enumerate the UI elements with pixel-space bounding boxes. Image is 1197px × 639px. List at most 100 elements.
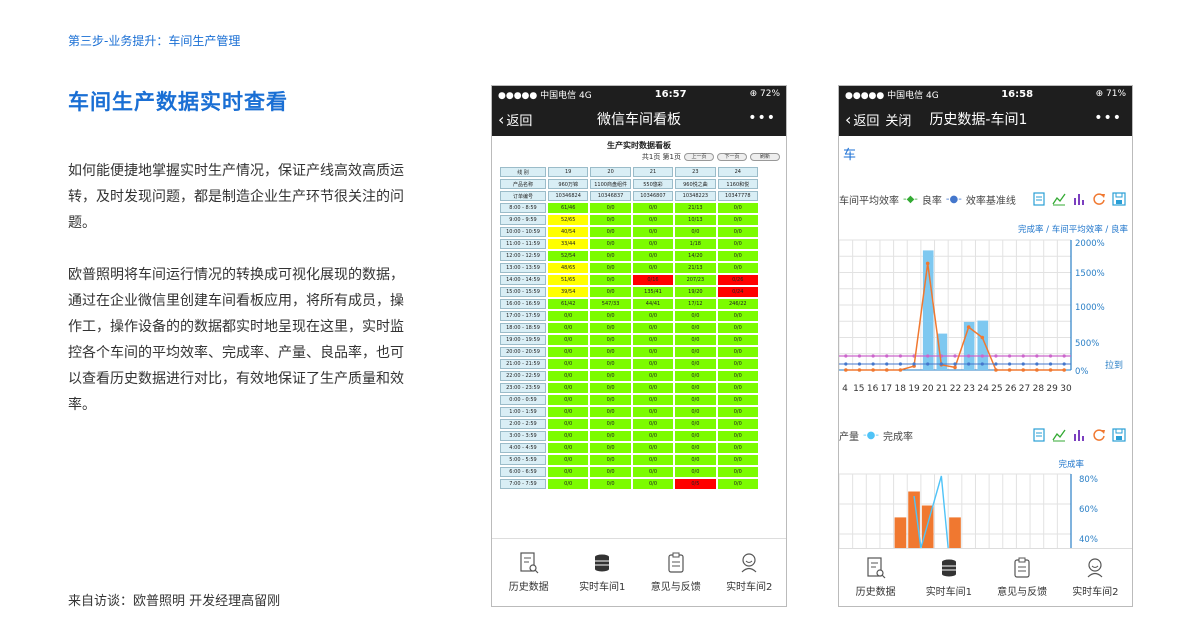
- status-cell: 0/0: [717, 395, 758, 405]
- baseline-point: [871, 354, 875, 358]
- status-cell: 0/0: [632, 431, 674, 441]
- status-cell: 0/0: [590, 443, 631, 453]
- status-cell: 0/0: [717, 347, 758, 357]
- efficiency-point: [1035, 368, 1039, 372]
- status-cell: 0/0: [632, 251, 674, 261]
- yield-point: [980, 362, 984, 366]
- tab-realtime-2[interactable]: 实时车间2: [713, 539, 787, 606]
- table-row: 19:00 - 19:59 0/0 0/0 0/0 0/0 0/0: [500, 335, 758, 345]
- time-slot: 16:00 - 16:59: [500, 299, 546, 309]
- yield-point: [926, 362, 930, 366]
- refresh-button[interactable]: 刷新: [750, 153, 780, 161]
- legend-completion[interactable]: 完成率: [883, 428, 913, 443]
- status-cell: 0/0: [717, 203, 758, 213]
- table-row: 9:00 - 9:59 52/65 0/0 0/0 10/13 0/0: [500, 215, 758, 225]
- status-cell: 0/0: [590, 263, 631, 273]
- status-cell: 17/12: [675, 299, 716, 309]
- status-cell: 0/0: [590, 335, 631, 345]
- header-cell: 10346807: [632, 191, 674, 201]
- header-cell: 23: [675, 167, 716, 177]
- line-chart-icon[interactable]: [1052, 428, 1066, 442]
- status-cell: 40/54: [548, 227, 589, 237]
- status-cell: 0/0: [717, 431, 758, 441]
- efficiency-point: [925, 261, 930, 266]
- save-icon[interactable]: [1112, 192, 1126, 206]
- bar-chart-icon[interactable]: [1072, 192, 1086, 206]
- legend-baseline[interactable]: 效率基准线: [966, 192, 1016, 207]
- status-cell: 0/26: [717, 275, 758, 285]
- baseline-point: [1062, 354, 1066, 358]
- status-cell: 0/0: [590, 323, 631, 333]
- time-slot: 21:00 - 21:59: [500, 359, 546, 369]
- prev-page-button[interactable]: 上一页: [684, 153, 714, 161]
- status-cell: 0/0: [548, 347, 589, 357]
- header-cell: 550悠彩: [632, 179, 674, 189]
- efficiency-point: [857, 368, 862, 372]
- yield-point: [844, 362, 848, 366]
- tab-label: 意见与反馈: [650, 582, 701, 593]
- baseline-point: [1048, 354, 1053, 358]
- status-bar: ●●●●● 中国电信 4G 16:58 ⊕ 71%: [839, 86, 1132, 102]
- x-tick-label: 27: [1019, 384, 1030, 394]
- x-tick-label: 15: [853, 384, 864, 394]
- status-cell: 0/0: [590, 407, 631, 417]
- table-header-row: 线 别 19 20 21 23 24: [500, 167, 758, 177]
- tab-history[interactable]: 历史数据: [492, 539, 566, 606]
- header-cell: 10346824: [548, 191, 589, 201]
- status-cell: 0/0: [632, 335, 674, 345]
- save-icon[interactable]: [1112, 428, 1126, 442]
- efficiency-point: [953, 365, 957, 370]
- status-cell: 0/0: [548, 443, 589, 453]
- time-slot: 14:00 - 14:59: [500, 275, 546, 285]
- table-row: 15:00 - 15:59 39/54 0/0 135/41 19/20 0/24: [500, 287, 758, 297]
- refresh-icon[interactable]: [1092, 192, 1106, 206]
- table-row: 14:00 - 14:59 51/65 0/0 0/16 207/23 0/26: [500, 275, 758, 285]
- table-header-row: 订单编号 10346824 10346837 10346807 10348223 1034…: [500, 191, 758, 201]
- baseline-point: [994, 354, 998, 358]
- legend-output[interactable]: 产量: [839, 428, 859, 443]
- yield-point: [871, 362, 875, 366]
- status-cell: 0/0: [632, 323, 674, 333]
- more-icon[interactable]: •••: [1094, 110, 1122, 126]
- tab-feedback[interactable]: 意见与反馈: [986, 549, 1059, 606]
- tab-bar: 历史数据 实时车间1 意见与反馈 实时车间2: [492, 538, 786, 606]
- data-view-icon[interactable]: [1032, 428, 1046, 442]
- x-tick-label: 21: [936, 384, 947, 394]
- tab-feedback[interactable]: 意见与反馈: [639, 539, 713, 606]
- tab-realtime-2[interactable]: 实时车间2: [1059, 549, 1132, 606]
- legend-yield[interactable]: 良率: [922, 192, 942, 207]
- header-cell: 10348223: [675, 191, 716, 201]
- status-cell: 48/65: [548, 263, 589, 273]
- table-header-row: 产品名称 960万锦 1100商盘组件 550悠彩 960悦之曲 1160和悦: [500, 179, 758, 189]
- tab-history[interactable]: 历史数据: [839, 549, 912, 606]
- time-slot: 17:00 - 17:59: [500, 311, 546, 321]
- status-cell: 0/0: [717, 407, 758, 417]
- table-row: 16:00 - 16:59 61/42 547/33 44/41 17/12 246/22: [500, 299, 758, 309]
- header-cell: 19: [548, 167, 589, 177]
- table-row: 5:00 - 5:59 0/0 0/0 0/0 0/0 0/0: [500, 455, 758, 465]
- back-button[interactable]: ‹ 返回: [845, 110, 879, 129]
- table-row: 11:00 - 11:59 33/44 0/0 0/0 1/18 0/0: [500, 239, 758, 249]
- back-label: 返回: [853, 113, 880, 129]
- baseline-point: [980, 354, 984, 358]
- tab-realtime-1[interactable]: 实时车间1: [912, 549, 985, 606]
- back-button[interactable]: ‹ 返回: [498, 110, 532, 129]
- close-button[interactable]: 关闭: [885, 110, 911, 129]
- legend-efficiency[interactable]: 车间平均效率: [839, 192, 899, 207]
- status-cell: 1/18: [675, 239, 716, 249]
- status-cell: 52/54: [548, 251, 589, 261]
- line-chart-icon[interactable]: [1052, 192, 1066, 206]
- refresh-icon[interactable]: [1092, 428, 1106, 442]
- y-tick-label: 2000%: [1075, 239, 1105, 249]
- time-slot: 12:00 - 12:59: [500, 251, 546, 261]
- status-cell: 0/0: [675, 407, 716, 417]
- bar-chart-icon[interactable]: [1072, 428, 1086, 442]
- next-page-button[interactable]: 下一页: [717, 153, 747, 161]
- data-view-icon[interactable]: [1032, 192, 1046, 206]
- more-icon[interactable]: •••: [748, 110, 776, 126]
- time-slot: 2:00 - 2:59: [500, 419, 546, 429]
- status-cell: 0/0: [717, 455, 758, 465]
- yield-point: [1062, 362, 1066, 366]
- tab-realtime-1[interactable]: 实时车间1: [566, 539, 640, 606]
- status-cell: 207/23: [675, 275, 716, 285]
